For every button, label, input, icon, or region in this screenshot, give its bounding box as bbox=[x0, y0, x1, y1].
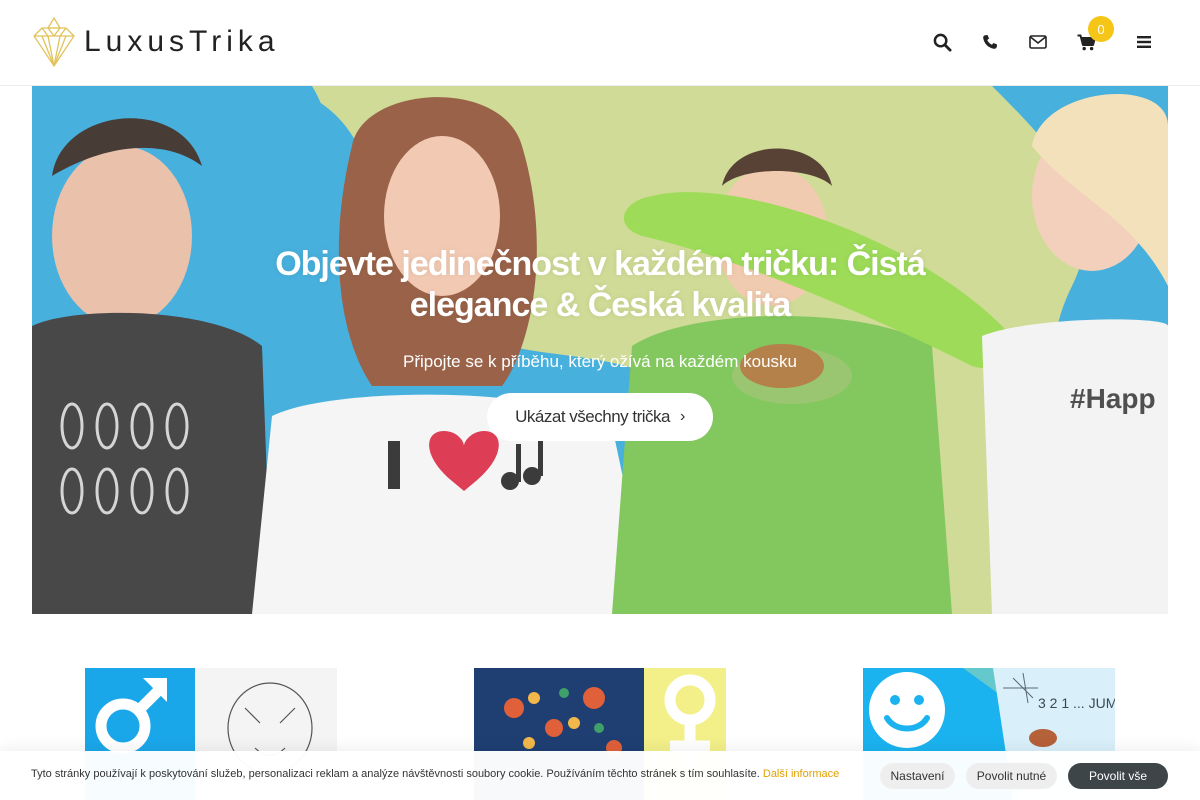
cookie-allow-all-button[interactable]: Povolit vše bbox=[1068, 763, 1168, 789]
envelope-icon bbox=[1029, 35, 1047, 49]
cart-button[interactable]: 0 bbox=[1062, 16, 1114, 62]
site-header: LuxusTrika 0 bbox=[0, 0, 1200, 86]
hero-title: Objevte jedinečnost v každém tričku: Čis… bbox=[275, 245, 926, 324]
cookie-settings-button[interactable]: Nastavení bbox=[880, 763, 955, 789]
logo[interactable]: LuxusTrika bbox=[32, 16, 280, 68]
phone-button[interactable] bbox=[966, 22, 1014, 62]
smiley-icon bbox=[869, 672, 945, 748]
hero-banner: #Happ Objevte jedinečnost v každém tričk… bbox=[32, 86, 1168, 614]
svg-text:3 2 1 ... JUMP!: 3 2 1 ... JUMP! bbox=[1038, 695, 1115, 711]
cookie-text: Tyto stránky používají k poskytování slu… bbox=[31, 768, 760, 780]
menu-icon bbox=[1137, 36, 1151, 48]
cookie-allow-necessary-button[interactable]: Povolit nutné bbox=[966, 763, 1057, 789]
show-all-shirts-button[interactable]: Ukázat všechny trička › bbox=[487, 393, 713, 441]
cookie-more-info-link[interactable]: Další informace bbox=[763, 768, 839, 780]
brand-name: LuxusTrika bbox=[84, 25, 280, 58]
cookie-consent-bar: Tyto stránky používají k poskytování slu… bbox=[0, 751, 1200, 800]
cookie-message: Tyto stránky používají k poskytování slu… bbox=[31, 768, 839, 780]
cart-count-badge: 0 bbox=[1088, 16, 1114, 42]
diamond-logo-icon bbox=[33, 16, 75, 68]
chevron-right-icon: › bbox=[680, 408, 685, 425]
menu-button[interactable] bbox=[1120, 22, 1168, 62]
search-icon bbox=[933, 33, 952, 52]
hero-subtitle: Připojte se k příběhu, který ožívá na ka… bbox=[402, 352, 798, 371]
search-button[interactable] bbox=[918, 22, 966, 62]
hero-content: Objevte jedinečnost v každém tričku: Čis… bbox=[32, 86, 1168, 614]
phone-icon bbox=[983, 35, 997, 49]
header-actions: 0 bbox=[918, 16, 1168, 62]
show-all-shirts-label: Ukázat všechny trička bbox=[515, 407, 670, 426]
email-button[interactable] bbox=[1014, 22, 1062, 62]
